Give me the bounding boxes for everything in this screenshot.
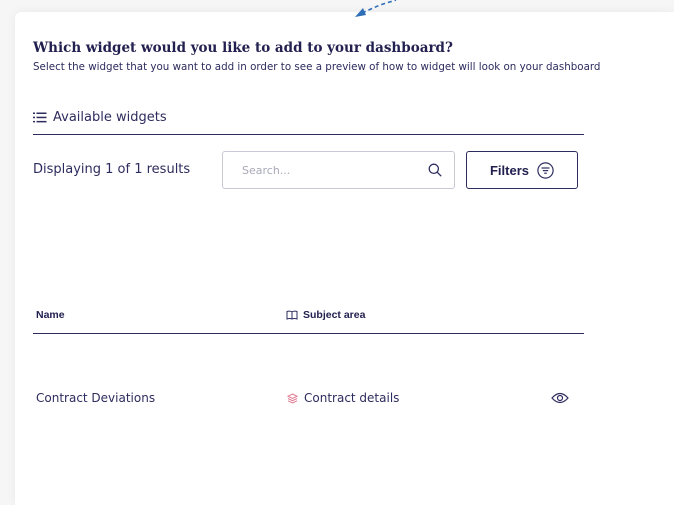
tour-arrow-icon — [355, 0, 397, 17]
table-header-divider — [33, 333, 584, 334]
book-icon — [286, 310, 298, 320]
column-header-name[interactable]: Name — [36, 309, 65, 321]
filter-icon — [537, 161, 554, 179]
subject-area-label: Contract details — [304, 391, 400, 405]
search-input[interactable] — [240, 162, 428, 178]
dialog-title: Which widget would you like to add to yo… — [33, 40, 453, 56]
results-count: Displaying 1 of 1 results — [33, 162, 191, 177]
list-icon — [33, 112, 47, 123]
section-divider — [33, 134, 584, 135]
widget-dialog — [15, 12, 674, 505]
eye-icon[interactable] — [551, 392, 569, 404]
dialog-subtitle: Select the widget that you want to add i… — [33, 61, 601, 73]
column-header-name-label: Name — [36, 309, 65, 321]
available-widgets-title: Available widgets — [33, 110, 167, 125]
widget-name-cell: Contract Deviations — [36, 391, 156, 405]
search-icon[interactable] — [428, 163, 442, 177]
column-header-subject-area[interactable]: Subject area — [286, 309, 365, 321]
filters-button[interactable]: Filters — [466, 151, 578, 189]
available-widgets-label: Available widgets — [53, 110, 167, 125]
column-header-subject-area-label: Subject area — [303, 309, 366, 321]
search-box[interactable] — [222, 151, 455, 189]
layers-icon — [287, 392, 298, 404]
subject-area-cell: Contract details — [287, 391, 399, 405]
filters-button-label: Filters — [489, 162, 529, 178]
